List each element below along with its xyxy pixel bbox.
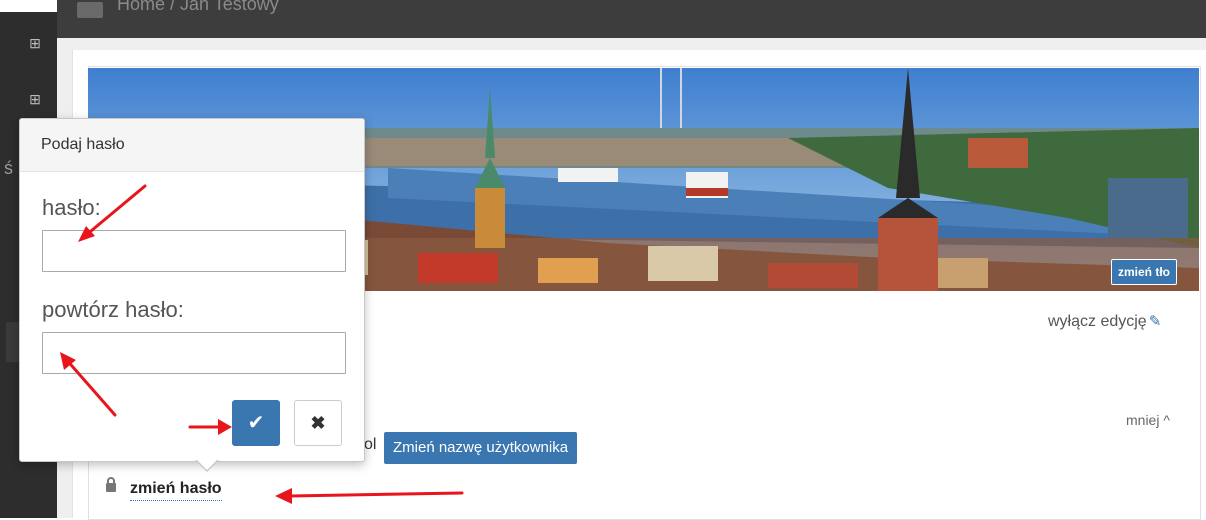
change-password-link[interactable]: zmień hasło bbox=[106, 477, 222, 501]
check-icon: ✔ bbox=[247, 412, 265, 434]
home-icon[interactable] bbox=[77, 2, 103, 18]
change-password-label: zmień hasło bbox=[130, 480, 222, 501]
change-background-button[interactable]: zmień tło bbox=[1111, 259, 1178, 285]
username-text-fragment: ol bbox=[364, 436, 377, 453]
popover-title: Podaj hasło bbox=[20, 119, 364, 172]
password-input[interactable] bbox=[42, 230, 346, 272]
breadcrumb: Home / Jan Testowy bbox=[57, 0, 1206, 38]
lock-icon bbox=[106, 477, 116, 492]
password-popover: Podaj hasło hasło: powtórz hasło: ✔ ✖ bbox=[19, 118, 365, 472]
edit-icon: ✎ bbox=[1148, 313, 1162, 330]
cancel-button[interactable]: ✖ bbox=[294, 400, 342, 446]
confirm-button[interactable]: ✔ bbox=[232, 400, 280, 446]
grid-icon[interactable]: ⊞ bbox=[28, 92, 42, 106]
repeat-password-input[interactable] bbox=[42, 332, 346, 374]
close-icon: ✖ bbox=[310, 413, 326, 433]
password-label: hasło: bbox=[42, 195, 101, 220]
show-less-link[interactable]: mniej ^ bbox=[1126, 412, 1170, 428]
sidebar-label-fragment: ś bbox=[4, 158, 13, 178]
grid-icon[interactable]: ⊞ bbox=[28, 36, 42, 50]
repeat-password-label: powtórz hasło: bbox=[42, 297, 184, 322]
breadcrumb-text: Home / Jan Testowy bbox=[117, 0, 279, 14]
rename-user-button[interactable]: Zmień nazwę użytkownika bbox=[384, 432, 578, 464]
disable-edit-link[interactable]: wyłącz edycję ✎ bbox=[1048, 312, 1161, 331]
disable-edit-label: wyłącz edycję bbox=[1048, 313, 1147, 330]
popover-arrow bbox=[195, 459, 219, 472]
